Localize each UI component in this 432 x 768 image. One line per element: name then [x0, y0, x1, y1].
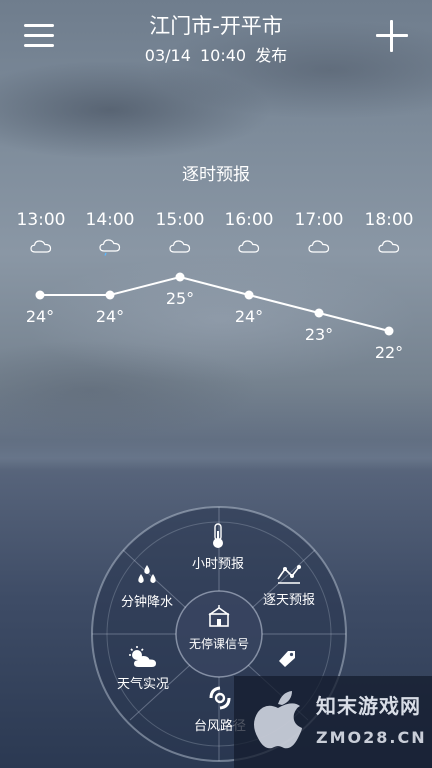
- publish-clock: 10:40: [199, 46, 247, 65]
- daily-forecast-label: 逐天预报: [262, 593, 315, 608]
- temperature-point: [314, 308, 324, 318]
- temperature-label: 24°: [235, 307, 263, 326]
- publish-time: 03/14 10:40 发布: [0, 42, 432, 66]
- temperature-trend-chart: 24° 24° 25° 24° 23° 22°: [26, 272, 403, 362]
- thermometer-icon: [213, 523, 223, 548]
- trend-line-icon: [277, 565, 301, 584]
- raindrops-icon: [138, 565, 156, 583]
- live-weather-button[interactable]: 天气实况: [110, 645, 176, 692]
- daily-forecast-button[interactable]: 逐天预报: [256, 563, 322, 608]
- cloud-icon: [354, 238, 424, 254]
- hour-time: 13:00: [16, 210, 66, 230]
- temperature-point: [244, 290, 254, 300]
- publish-date: 03/14: [144, 46, 191, 65]
- temperature-label: 24°: [26, 307, 54, 326]
- hour-column: 15:00: [145, 210, 215, 254]
- watermark-overlay: 知末游戏网 ZMO28.CN: [234, 676, 432, 768]
- hour-column: 14:00: [75, 210, 145, 256]
- suspension-signal-label: 无停课信号: [188, 637, 249, 651]
- horizon-glow: [0, 440, 432, 470]
- hour-column: 13:00: [6, 210, 76, 254]
- hour-column: 17:00: [284, 210, 354, 254]
- temperature-label: 25°: [166, 289, 194, 308]
- cloud-icon: [214, 238, 284, 254]
- hour-column: 16:00: [214, 210, 284, 254]
- hourly-forecast-title: 逐时预报: [182, 165, 250, 185]
- temperature-label: 23°: [305, 325, 333, 344]
- hourly-forecast-button[interactable]: 小时预报: [188, 523, 248, 572]
- temperature-point: [35, 290, 45, 300]
- hour-time: 14:00: [85, 210, 135, 230]
- school-icon: [176, 605, 262, 631]
- cloud-icon: [145, 238, 215, 254]
- temperature-line: [40, 275, 390, 332]
- temperature-label: 24°: [96, 307, 124, 326]
- hour-column: 18:00: [354, 210, 424, 254]
- temperature-label: 22°: [375, 343, 403, 362]
- hour-time: 17:00: [294, 210, 344, 230]
- temperature-point: [105, 290, 115, 300]
- hour-time: 15:00: [155, 210, 205, 230]
- hourly-forecast-label: 小时预报: [191, 557, 244, 572]
- typhoon-icon: [209, 686, 231, 710]
- apple-logo-icon: [254, 691, 302, 749]
- watermark-text: 知末游戏网: [316, 694, 421, 718]
- sun-cloud-icon: [129, 646, 156, 667]
- minute-rain-button[interactable]: 分钟降水: [114, 563, 180, 610]
- publish-suffix: 发布: [255, 46, 288, 65]
- cloud-icon: [6, 238, 76, 254]
- hour-time: 18:00: [364, 210, 414, 230]
- watermark-url: ZMO28.CN: [316, 728, 427, 747]
- city-title: 江门市-开平市: [149, 14, 283, 38]
- cloud-rain-icon: [75, 238, 145, 256]
- cloud-icon: [284, 238, 354, 254]
- temperature-point: [384, 326, 394, 336]
- suspension-signal-button[interactable]: 无停课信号: [176, 591, 262, 677]
- tag-icon: [279, 651, 295, 667]
- temperature-point: [175, 272, 185, 282]
- live-weather-label: 天气实况: [116, 677, 169, 692]
- minute-rain-label: 分钟降水: [120, 595, 173, 610]
- hour-time: 16:00: [224, 210, 274, 230]
- warning-tag-button[interactable]: [272, 647, 302, 675]
